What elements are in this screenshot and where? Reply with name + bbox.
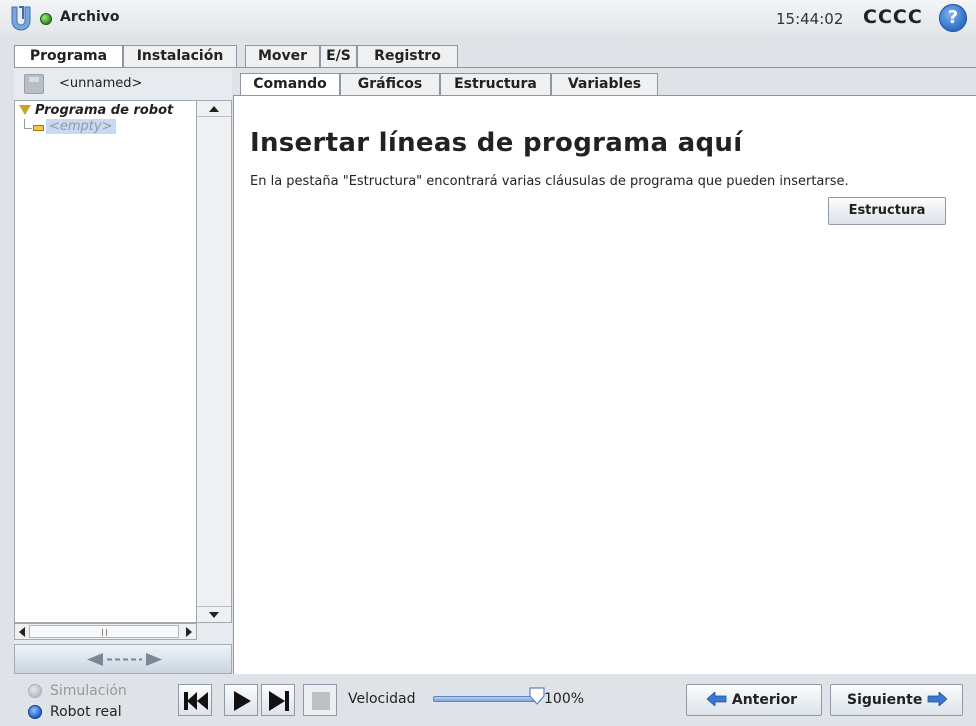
speed-slider-thumb[interactable] bbox=[529, 687, 545, 705]
step-button[interactable] bbox=[261, 684, 295, 716]
tab-instalacion[interactable]: Instalación bbox=[123, 45, 237, 67]
next-button[interactable]: Siguiente bbox=[830, 684, 963, 716]
real-robot-radio[interactable] bbox=[28, 705, 42, 719]
next-label: Siguiente bbox=[847, 692, 923, 708]
scroll-up-button[interactable] bbox=[197, 101, 231, 117]
tree-horizontal-scrollbar[interactable] bbox=[14, 623, 197, 640]
tab-es[interactable]: E/S bbox=[320, 45, 357, 67]
grip-icon bbox=[102, 629, 107, 636]
tab-programa[interactable]: Programa bbox=[14, 45, 123, 68]
skip-back-icon bbox=[184, 692, 208, 710]
program-tree[interactable]: Programa de robot <empty> bbox=[14, 100, 197, 623]
tab-comando[interactable]: Comando bbox=[240, 73, 340, 96]
robot-status-icon bbox=[40, 13, 52, 25]
ur-logo-icon bbox=[11, 6, 31, 31]
robot-name: CCCC bbox=[863, 6, 923, 28]
tab-variables[interactable]: Variables bbox=[551, 73, 658, 95]
structure-button[interactable]: Estructura bbox=[828, 197, 946, 225]
collapse-triangle-icon[interactable] bbox=[19, 105, 31, 115]
arrow-up-icon bbox=[209, 106, 219, 112]
tab-estructura[interactable]: Estructura bbox=[440, 73, 551, 95]
skip-forward-icon bbox=[269, 691, 289, 711]
rewind-button[interactable] bbox=[178, 684, 212, 716]
scroll-thumb[interactable] bbox=[29, 625, 179, 638]
clock: 15:44:02 bbox=[776, 10, 844, 28]
speed-slider[interactable] bbox=[433, 696, 541, 702]
tree-root-node[interactable]: Programa de robot bbox=[19, 103, 173, 118]
arrow-down-icon bbox=[209, 612, 219, 618]
tab-graficos[interactable]: Gráficos bbox=[340, 73, 440, 95]
play-icon bbox=[234, 691, 251, 711]
arrow-left-icon bbox=[707, 692, 727, 706]
tree-empty-node[interactable]: <empty> bbox=[46, 119, 116, 134]
tree-connector bbox=[24, 119, 25, 128]
arrow-left-icon[interactable] bbox=[19, 627, 25, 637]
tab-mover[interactable]: Mover bbox=[245, 45, 320, 67]
file-menu[interactable]: Archivo bbox=[60, 9, 120, 25]
program-file-name: <unnamed> bbox=[59, 76, 143, 91]
page-description: En la pestaña "Estructura" encontrará va… bbox=[250, 174, 849, 189]
speed-label: Velocidad bbox=[348, 691, 416, 707]
save-icon[interactable] bbox=[24, 74, 44, 94]
footer-bar: Simulación Robot real Velocidad 100% Ant… bbox=[0, 674, 976, 726]
empty-node-icon bbox=[33, 125, 44, 131]
simulation-label: Simulación bbox=[50, 683, 127, 699]
previous-label: Anterior bbox=[731, 692, 798, 708]
resize-arrows-icon bbox=[87, 653, 162, 666]
title-bar: Archivo 15:44:02 CCCC ? bbox=[0, 0, 976, 36]
simulation-radio[interactable] bbox=[28, 684, 42, 698]
command-content: Insertar líneas de programa aquí En la p… bbox=[233, 95, 976, 674]
tree-connector bbox=[24, 128, 32, 129]
stop-icon bbox=[312, 692, 330, 710]
page-title: Insertar líneas de programa aquí bbox=[250, 128, 743, 158]
program-tree-panel: <unnamed> Programa de robot <empty> bbox=[14, 68, 232, 674]
help-icon[interactable]: ? bbox=[939, 4, 967, 32]
arrow-right-icon[interactable] bbox=[186, 627, 192, 637]
real-robot-label: Robot real bbox=[50, 704, 122, 720]
play-button[interactable] bbox=[224, 684, 258, 716]
speed-value: 100% bbox=[544, 691, 585, 707]
stop-button[interactable] bbox=[303, 684, 337, 716]
tree-root-label: Programa de robot bbox=[35, 103, 174, 118]
previous-button[interactable]: Anterior bbox=[686, 684, 822, 716]
panel-resize-button[interactable] bbox=[14, 644, 232, 674]
arrow-right-icon bbox=[927, 692, 948, 706]
tree-vertical-scrollbar[interactable] bbox=[197, 100, 232, 623]
file-row: <unnamed> bbox=[14, 68, 232, 100]
tab-registro[interactable]: Registro bbox=[357, 45, 458, 67]
scroll-down-button[interactable] bbox=[197, 606, 231, 622]
